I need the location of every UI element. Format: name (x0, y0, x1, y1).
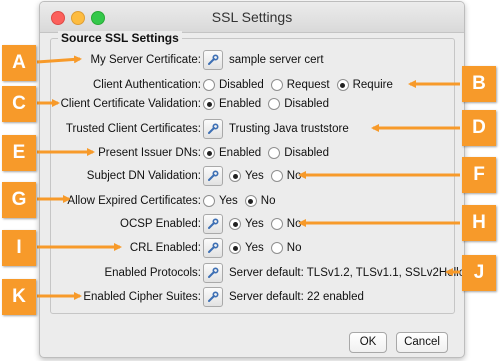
arrow-a (36, 55, 82, 64)
callout-j: J (462, 255, 496, 291)
callout-i: I (2, 230, 36, 266)
callout-g: G (2, 182, 36, 218)
callout-d: D (462, 110, 496, 146)
callout-h: H (462, 205, 496, 241)
callout-b: B (462, 66, 496, 102)
callout-a: A (2, 45, 36, 81)
callout-f: F (462, 157, 496, 193)
callout-k: K (2, 279, 36, 315)
callout-c: C (2, 86, 36, 122)
callout-arrows (36, 55, 460, 300)
callout-e: E (2, 135, 36, 171)
